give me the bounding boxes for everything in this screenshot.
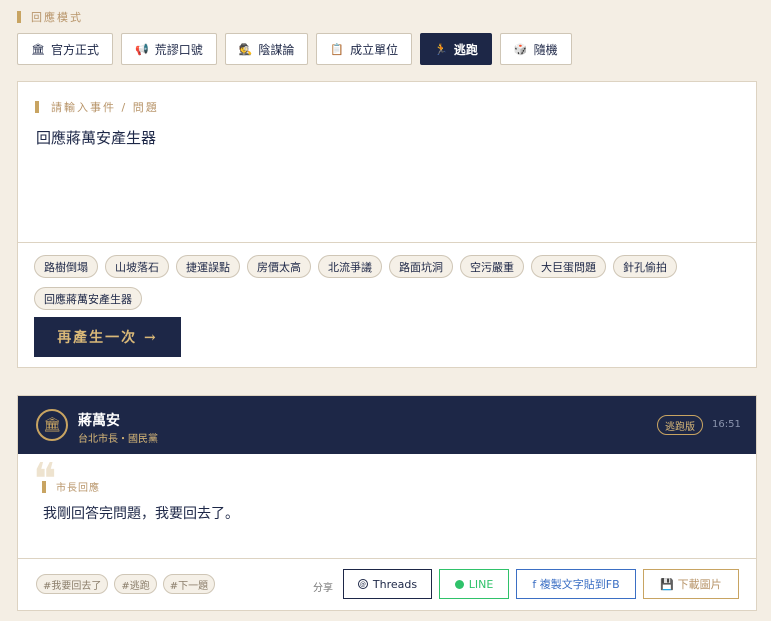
reply-label: 市長回應 <box>42 479 100 494</box>
mode-button-conspiracy[interactable]: 🕵 陰謀論 <box>224 33 309 65</box>
mode-section-label: 回應模式 <box>17 9 83 25</box>
dice-icon: 🎲 <box>513 42 528 56</box>
suggestion-chip[interactable]: 山坡落石 <box>105 255 169 278</box>
speaker-name: 蔣萬安 <box>78 413 120 429</box>
divider <box>18 558 756 559</box>
share-fb-button[interactable]: f 複製文字貼到FB <box>516 569 636 599</box>
building-icon: 🏛 <box>31 42 45 56</box>
mode-label-form-unit: 成立單位 <box>350 42 399 57</box>
suggestion-chip[interactable]: 房價太高 <box>247 255 311 278</box>
divider <box>18 242 756 243</box>
gold-bar-icon <box>42 480 46 493</box>
share-threads-button[interactable]: @ Threads <box>343 569 432 599</box>
suggestion-chip[interactable]: 大巨蛋問題 <box>531 255 606 278</box>
mode-button-absurd-slogan[interactable]: 📢 荒謬口號 <box>120 33 217 65</box>
mode-button-form-unit[interactable]: 📋 成立單位 <box>316 33 413 65</box>
mode-selector: 🏛 官方正式 📢 荒謬口號 🕵 陰謀論 📋 成立單位 🏃 逃跑 🎲 隨機 <box>17 33 572 65</box>
line-icon <box>454 579 464 589</box>
mode-label-absurd-slogan: 荒謬口號 <box>154 42 203 57</box>
mode-label-conspiracy: 陰謀論 <box>258 42 295 57</box>
building-icon: 🏛 <box>36 409 68 441</box>
input-label-text: 請輸入事件 / 問題 <box>51 101 159 114</box>
mode-button-random[interactable]: 🎲 隨機 <box>499 33 572 65</box>
suggestion-chip[interactable]: 北流爭議 <box>318 255 382 278</box>
result-header: 🏛 蔣萬安 台北市長・國民黨 逃跑版 16:51 <box>18 396 756 454</box>
share-label: 分享 <box>313 583 333 594</box>
gold-bar-icon <box>17 11 21 23</box>
suggestion-chip[interactable]: 路樹倒塌 <box>34 255 98 278</box>
suggestion-chip[interactable]: 路面坑洞 <box>389 255 453 278</box>
download-image-button[interactable]: 💾 下載圖片 <box>643 569 739 599</box>
result-card: 🏛 蔣萬安 台北市長・國民黨 逃跑版 16:51 ❝ 市長回應 我剛回答完問題，… <box>17 395 757 611</box>
suggestion-chip[interactable]: 捷運誤點 <box>176 255 240 278</box>
version-badge: 逃跑版 <box>657 415 703 435</box>
hashtag[interactable]: #下一題 <box>162 574 216 594</box>
gold-bar-icon <box>35 101 39 113</box>
mode-section-title: 回應模式 <box>31 11 83 24</box>
suggestion-chips: 路樹倒塌 山坡落石 捷運誤點 房價太高 北流爭議 路面坑洞 空污嚴重 大巨蛋問題… <box>34 255 734 310</box>
mode-label-random: 隨機 <box>533 42 558 57</box>
hashtag[interactable]: #逃跑 <box>114 574 157 594</box>
detective-icon: 🕵 <box>238 42 253 56</box>
threads-icon: @ <box>357 579 368 589</box>
megaphone-icon: 📢 <box>134 42 149 56</box>
clipboard-icon: 📋 <box>330 42 345 56</box>
event-input[interactable]: 回應蔣萬安產生器 <box>36 127 156 148</box>
hashtag[interactable]: #我要回去了 <box>36 574 109 594</box>
hashtags: #我要回去了 #逃跑 #下一題 <box>36 574 216 594</box>
input-label: 請輸入事件 / 問題 <box>35 99 159 115</box>
reply-label-text: 市長回應 <box>56 483 100 494</box>
suggestion-chip[interactable]: 針孔偷拍 <box>613 255 677 278</box>
mode-button-run-away[interactable]: 🏃 逃跑 <box>420 33 492 65</box>
reply-text: 我剛回答完問題，我要回去了。 <box>43 506 239 522</box>
mode-label-run-away: 逃跑 <box>453 42 478 57</box>
suggestion-chip[interactable]: 回應蔣萬安產生器 <box>34 287 142 310</box>
share-line-label: LINE <box>468 577 494 591</box>
speaker-title: 台北市長・國民黨 <box>78 434 158 445</box>
share-threads-label: Threads <box>372 577 418 591</box>
timestamp: 16:51 <box>712 419 741 430</box>
input-card: 請輸入事件 / 問題 回應蔣萬安產生器 路樹倒塌 山坡落石 捷運誤點 房價太高 … <box>17 81 757 368</box>
share-line-button[interactable]: LINE <box>439 569 509 599</box>
suggestion-chip[interactable]: 空污嚴重 <box>460 255 524 278</box>
regenerate-button[interactable]: 再產生一次 → <box>34 317 181 357</box>
mode-label-official: 官方正式 <box>50 42 99 57</box>
mode-button-official[interactable]: 🏛 官方正式 <box>17 33 113 65</box>
running-person-icon: 🏃 <box>434 42 448 56</box>
